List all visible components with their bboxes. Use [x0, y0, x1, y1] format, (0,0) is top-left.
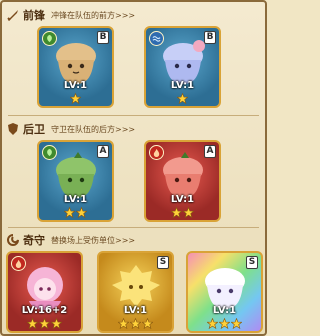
- star-rating: [188, 318, 261, 329]
- section-header-vanguard: 前锋 冲锋在队伍的前方>>>: [6, 6, 135, 24]
- team-card-substitute-3[interactable]: S LV:1: [186, 251, 263, 333]
- sword-icon: [6, 8, 20, 22]
- team-card-substitute-2[interactable]: S LV:1: [97, 251, 174, 333]
- level-label: LV:1: [212, 305, 237, 316]
- level-label: LV:16+2: [21, 305, 68, 316]
- star-icon: [27, 318, 38, 329]
- section-title: 奇守: [23, 234, 45, 247]
- section-title: 后卫: [23, 123, 45, 136]
- star-rating: [39, 93, 112, 104]
- section-header-substitute: 奇守 替换场上受伤单位>>>: [6, 231, 135, 249]
- star-rating: [39, 207, 112, 218]
- star-icon: [118, 318, 129, 329]
- star-rating: [146, 207, 219, 218]
- section-desc: 冲锋在队伍的前方>>>: [51, 10, 136, 20]
- section-title: 前锋: [23, 9, 45, 22]
- team-panel: 前锋 冲锋在队伍的前方>>> B LV:1 B LV:1 后卫 守卫在队伍的后方…: [0, 0, 267, 336]
- swirl-icon: [6, 233, 20, 247]
- star-rating: [8, 318, 81, 329]
- star-rating: [146, 93, 219, 104]
- section-header-rearguard: 后卫 守卫在队伍的后方>>>: [6, 120, 135, 138]
- team-card-rearguard-2[interactable]: A LV:1: [144, 140, 221, 222]
- star-rating: [99, 318, 172, 329]
- section-desc: 替换场上受伤单位>>>: [51, 235, 136, 245]
- level-label: LV:1: [123, 305, 148, 316]
- star-icon: [183, 207, 194, 218]
- level-label: LV:1: [63, 194, 88, 205]
- section-divider: [8, 227, 259, 228]
- star-icon: [207, 318, 218, 329]
- star-icon: [70, 93, 81, 104]
- team-card-vanguard-1[interactable]: B LV:1: [37, 26, 114, 108]
- level-label: LV:1: [63, 80, 88, 91]
- star-icon: [76, 207, 87, 218]
- star-icon: [39, 318, 50, 329]
- star-icon: [142, 318, 153, 329]
- star-icon: [219, 318, 230, 329]
- team-card-vanguard-2[interactable]: B LV:1: [144, 26, 221, 108]
- level-label: LV:1: [170, 194, 195, 205]
- star-icon: [171, 207, 182, 218]
- team-card-substitute-1[interactable]: LV:16+2: [6, 251, 83, 333]
- shield-icon: [6, 122, 20, 136]
- section-desc: 守卫在队伍的后方>>>: [51, 124, 136, 134]
- star-icon: [51, 318, 62, 329]
- section-divider: [8, 115, 259, 116]
- level-label: LV:1: [170, 80, 195, 91]
- star-icon: [177, 93, 188, 104]
- star-icon: [64, 207, 75, 218]
- team-card-rearguard-1[interactable]: A LV:1: [37, 140, 114, 222]
- star-icon: [130, 318, 141, 329]
- star-icon: [231, 318, 242, 329]
